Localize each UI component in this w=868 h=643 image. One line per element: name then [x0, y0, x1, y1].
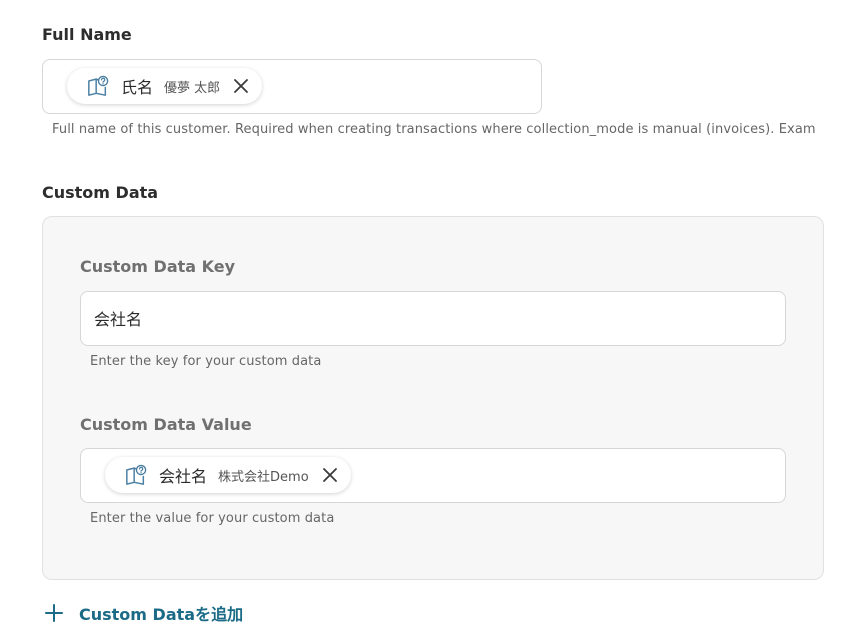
- custom-data-key-help: Enter the key for your custom data: [90, 354, 322, 369]
- full-name-chip[interactable]: 氏名 優夢 太郎: [67, 68, 263, 104]
- add-custom-data-label: Custom Dataを追加: [79, 605, 244, 624]
- custom-data-value-help: Enter the value for your custom data: [90, 511, 335, 526]
- custom-data-key-input[interactable]: 会社名: [80, 291, 786, 346]
- full-name-field[interactable]: 氏名 優夢 太郎: [42, 59, 542, 114]
- custom-data-key-label: Custom Data Key: [80, 257, 236, 276]
- book-question-icon: [126, 464, 147, 485]
- book-question-icon: [88, 75, 109, 96]
- custom-data-value-field[interactable]: 会社名 株式会社Demo: [80, 448, 786, 503]
- custom-data-panel: Custom Data Key 会社名 Enter the key for yo…: [42, 216, 824, 580]
- close-icon[interactable]: [232, 77, 250, 95]
- close-icon[interactable]: [321, 466, 339, 484]
- full-name-chip-value: 優夢 太郎: [164, 80, 221, 96]
- add-custom-data-button[interactable]: Custom Dataを追加: [44, 598, 243, 628]
- full-name-label: Full Name: [42, 25, 132, 44]
- custom-data-value-chip-label: 会社名: [159, 467, 208, 486]
- custom-data-label: Custom Data: [42, 183, 159, 202]
- full-name-help: Full name of this customer. Required whe…: [52, 122, 816, 137]
- custom-data-value-chip[interactable]: 会社名 株式会社Demo: [105, 457, 351, 493]
- custom-data-value-label: Custom Data Value: [80, 415, 252, 434]
- custom-data-key-value: 会社名: [94, 310, 143, 329]
- custom-data-value-chip-value: 株式会社Demo: [218, 469, 309, 485]
- full-name-chip-label: 氏名: [121, 78, 154, 97]
- plus-icon: [45, 604, 63, 622]
